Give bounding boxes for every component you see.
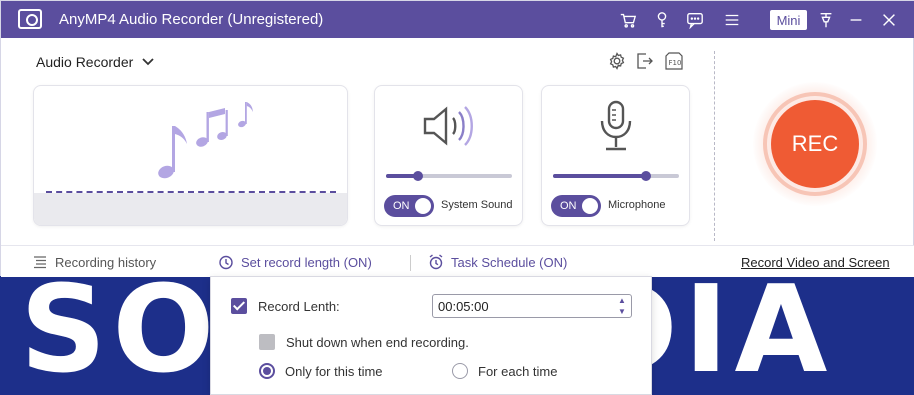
task-schedule-button[interactable]: Task Schedule (ON) (428, 254, 567, 270)
list-icon (34, 256, 46, 269)
task-schedule-label: Task Schedule (ON) (451, 254, 568, 270)
record-length-checkbox[interactable] (231, 298, 247, 314)
recording-history-button[interactable]: Recording history (32, 254, 156, 270)
menu-icon[interactable] (721, 9, 743, 31)
microphone-toggle[interactable]: ON (551, 195, 601, 217)
rec-button-halo: REC (753, 82, 877, 206)
slider-knob[interactable] (412, 171, 423, 181)
title-bar: AnyMP4 Audio Recorder (Unregistered) Min… (1, 1, 914, 38)
record-length-panel: Record Lenth: ▲ ▼ Shut down when end rec… (210, 276, 652, 395)
close-icon[interactable] (878, 9, 900, 31)
record-length-label: Record Lenth: (258, 299, 340, 314)
vertical-divider (714, 51, 715, 241)
microphone-label: Microphone (608, 199, 666, 211)
for-each-time-radio[interactable] (452, 363, 468, 379)
toggle-knob (582, 198, 598, 214)
settings-gear-icon[interactable] (607, 51, 627, 71)
record-length-time-input[interactable] (432, 294, 632, 318)
system-sound-volume-slider[interactable] (386, 171, 512, 181)
shortcut-f10-icon[interactable]: F10 (664, 51, 684, 71)
microphone-volume-slider[interactable] (553, 171, 679, 181)
panel-floor (34, 193, 347, 225)
microphone-icon (600, 100, 632, 151)
recording-history-label: Recording history (55, 254, 157, 270)
toggle-state: ON (560, 200, 577, 212)
app-logo-icon (18, 9, 42, 29)
toggle-knob (415, 198, 431, 214)
export-icon[interactable] (634, 51, 654, 71)
only-this-time-radio[interactable] (259, 363, 275, 379)
slider-knob[interactable] (641, 171, 652, 181)
minimize-icon[interactable] (845, 9, 867, 31)
time-spinner[interactable]: ▲ ▼ (615, 295, 629, 317)
svg-text:F10: F10 (669, 59, 682, 67)
microphone-panel: ON Microphone (541, 85, 690, 226)
clock-icon (219, 255, 233, 270)
mini-mode-button[interactable]: Mini (770, 10, 807, 30)
pin-icon[interactable] (815, 9, 837, 31)
toggle-state: ON (393, 200, 410, 212)
app-window: AnyMP4 Audio Recorder (Unregistered) Min… (0, 0, 914, 277)
key-icon[interactable] (651, 9, 673, 31)
only-this-time-label: Only for this time (285, 364, 383, 379)
system-sound-label: System Sound (441, 199, 513, 211)
system-sound-panel: ON System Sound (374, 85, 523, 226)
chevron-down-icon (142, 58, 154, 66)
cart-icon[interactable] (617, 9, 639, 31)
rec-button[interactable]: REC (771, 100, 859, 188)
mode-selector[interactable]: Audio Recorder (36, 54, 155, 70)
record-video-link[interactable]: Record Video and Screen (741, 255, 890, 270)
shutdown-label: Shut down when end recording. (286, 335, 469, 350)
slider-fill (553, 174, 647, 178)
window-title: AnyMP4 Audio Recorder (Unregistered) (59, 11, 324, 28)
for-each-time-label: For each time (478, 364, 558, 379)
bottom-separator (410, 255, 411, 271)
alarm-clock-icon (429, 254, 443, 270)
audio-visual-panel (33, 85, 348, 226)
spinner-down-icon[interactable]: ▼ (615, 306, 629, 317)
speaker-icon (423, 106, 473, 146)
bottom-bar: Recording history Set record length (ON)… (1, 245, 914, 277)
set-record-length-label: Set record length (ON) (241, 254, 372, 270)
spinner-up-icon[interactable]: ▲ (615, 295, 629, 306)
system-sound-toggle[interactable]: ON (384, 195, 434, 217)
shutdown-checkbox[interactable] (259, 334, 275, 350)
set-record-length-button[interactable]: Set record length (ON) (218, 254, 372, 270)
mode-label: Audio Recorder (36, 54, 134, 70)
chat-icon[interactable] (684, 9, 706, 31)
music-notes-icon (158, 102, 253, 179)
